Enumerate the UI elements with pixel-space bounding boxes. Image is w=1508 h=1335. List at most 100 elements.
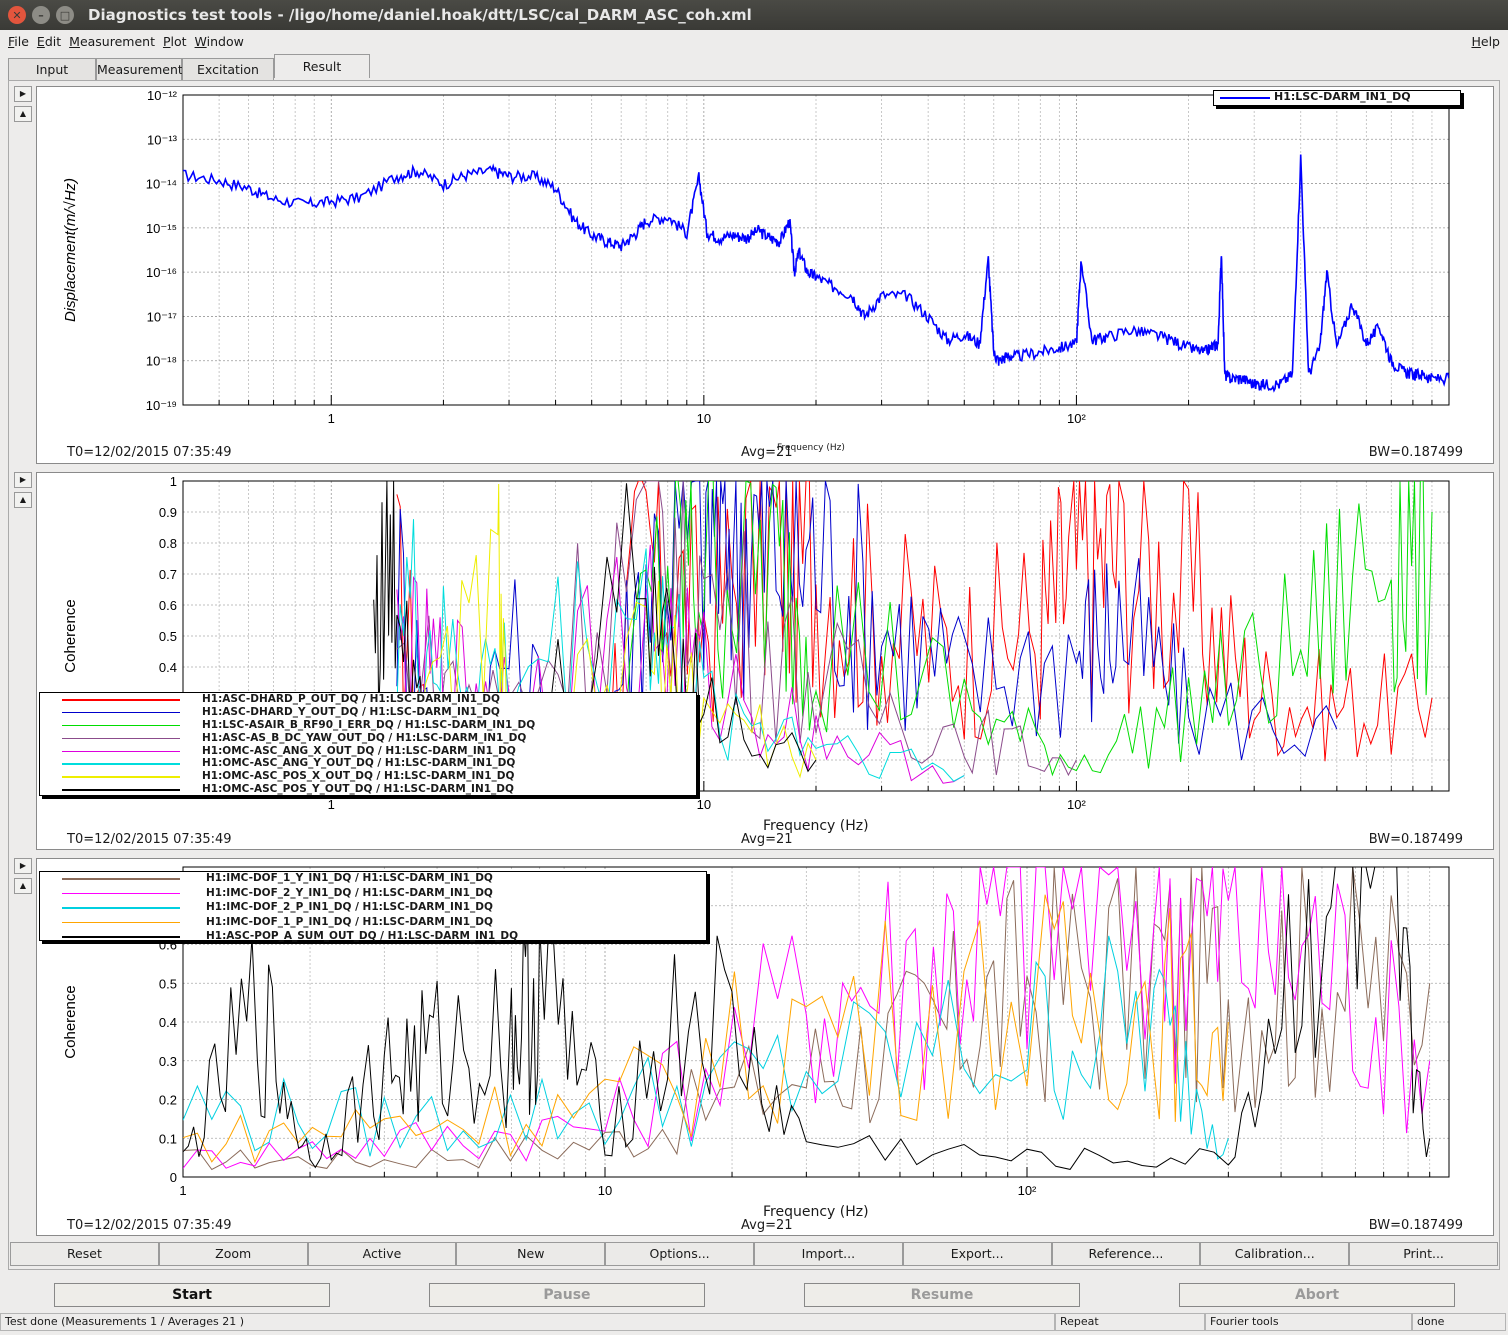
plot-pad-coherence-asc[interactable]: 1 0.9 0.8 0.7 0.6 0.5 0.4 1 10 10² Coherence H1:AS… [36,472,1494,850]
plot1-bw: BW=0.187499 [1368,445,1463,460]
y-tick-label: 0.5 [159,629,177,644]
y-tick-label: 0.8 [159,536,177,551]
x-tick-label: 10 [697,797,711,812]
y-tick-label: 10⁻¹⁶ [146,265,177,280]
legend-entry: H1:LSC-ASAIR_B_RF90_I_ERR_DQ / H1:LSC-DA… [40,719,696,732]
pad1-collapse-up-icon[interactable]: ▲ [14,106,32,122]
status-tool: Fourier tools [1205,1313,1412,1331]
legend-label: H1:OMC-ASC_POS_X_OUT_DQ / H1:LSC-DARM_IN… [202,770,515,783]
series-line [183,935,1229,1160]
menu-bar: File Edit Measurement Plot Window Help [0,30,1508,52]
new-button[interactable]: New [456,1242,606,1266]
legend-swatch [62,724,180,727]
y-tick-label: 10⁻¹² [147,88,178,103]
plot1-t0: T0=12/02/2015 07:35:49 [67,445,232,460]
plot2-xlabel: Frequency (Hz) [763,818,869,834]
abort-button[interactable]: Abort [1179,1283,1455,1307]
x-tick-label: 10² [1018,1183,1037,1198]
menu-measurement[interactable]: Measurement [69,34,155,49]
legend-entry: H1:ASC-POP_A_SUM_OUT_DQ / H1:LSC-DARM_IN… [40,930,706,945]
legend-swatch [62,936,180,938]
x-tick-label: 10 [697,411,711,426]
plot3-bw: BW=0.187499 [1368,1218,1463,1233]
export-button[interactable]: Export... [902,1242,1052,1266]
maximize-window-button[interactable]: □ [56,6,74,24]
legend-entry: H1:OMC-ASC_POS_Y_OUT_DQ / H1:LSC-DARM_IN… [40,783,696,796]
pad3-collapse-up-icon[interactable]: ▲ [14,878,32,894]
y-tick-label: 10⁻¹⁵ [146,221,177,236]
y-tick-label: 0 [170,1170,177,1185]
plot2-legend: H1:ASC-DHARD_P_OUT_DQ / H1:LSC-DARM_IN1_… [39,692,697,796]
legend-label: H1:OMC-ASC_POS_Y_OUT_DQ / H1:LSC-DARM_IN… [202,783,514,796]
menu-help[interactable]: Help [1471,34,1500,49]
reset-button[interactable]: Reset [10,1242,159,1266]
plot1-xlabel: Frequency (Hz) [777,443,845,453]
tab-result[interactable]: Result [274,54,370,78]
pad2-expand-right-icon[interactable]: ▶ [14,472,32,488]
y-tick-label: 1 [170,474,177,489]
y-tick-label: 0.4 [159,1015,177,1030]
y-tick-label: 10⁻¹³ [147,132,178,147]
pad1-expand-right-icon[interactable]: ▶ [14,86,32,102]
tab-bar: Input Measurement Excitation Result [8,54,370,80]
legend-label: H1:ASC-DHARD_Y_OUT_DQ / H1:LSC-DARM_IN1_… [202,705,500,718]
reference-button[interactable]: Reference... [1051,1242,1201,1266]
plot3-xlabel: Frequency (Hz) [763,1204,869,1220]
plot-pad-coherence-imc[interactable]: 0.70.60.50.40.30.20.1011010²Coherence H1… [36,858,1494,1236]
legend-label: H1:IMC-DOF_2_P_IN1_DQ / H1:LSC-DARM_IN1_… [206,901,493,913]
x-tick-label: 10 [598,1183,612,1198]
y-axis-label: Coherence [62,599,79,672]
pad2-collapse-up-icon[interactable]: ▲ [14,492,32,508]
plot-toolbar: Reset Zoom Active New Options... Import.… [10,1242,1498,1266]
import-button[interactable]: Import... [753,1242,903,1266]
plot2-avg: Avg=21 [741,832,793,847]
print-button[interactable]: Print... [1349,1242,1498,1266]
resume-button[interactable]: Resume [804,1283,1080,1307]
window-title: Diagnostics test tools - /ligo/home/dani… [88,6,752,24]
legend-entry: H1:IMC-DOF_1_P_IN1_DQ / H1:LSC-DARM_IN1_… [40,916,706,931]
legend-entry: H1:ASC-AS_B_DC_YAW_OUT_DQ / H1:LSC-DARM_… [40,732,696,745]
legend-swatch [62,892,180,894]
legend-entry: H1:IMC-DOF_2_Y_IN1_DQ / H1:LSC-DARM_IN1_… [40,887,706,902]
active-button[interactable]: Active [307,1242,457,1266]
displacement-spectrum-plot[interactable]: 10⁻¹² 10⁻¹³ 10⁻¹⁴ 10⁻¹⁵ 10⁻¹⁶ 10⁻¹⁷ 10⁻¹⁸ 10⁻¹⁹… [37,87,1495,465]
y-tick-label: 0.5 [159,976,177,991]
pad3-expand-right-icon[interactable]: ▶ [14,858,32,874]
legend-entry: H1:LSC-DARM_IN1_DQ [1214,91,1460,104]
pause-button[interactable]: Pause [429,1283,705,1307]
y-tick-label: 10⁻¹⁴ [146,177,177,192]
legend-label: H1:IMC-DOF_1_Y_IN1_DQ / H1:LSC-DARM_IN1_… [206,872,493,884]
plot2-t0: T0=12/02/2015 07:35:49 [67,832,232,847]
status-bar: Test done (Measurements 1 / Averages 21 … [0,1313,1508,1333]
legend-label: H1:IMC-DOF_1_P_IN1_DQ / H1:LSC-DARM_IN1_… [206,915,493,928]
plot-pad-displacement[interactable]: 10⁻¹² 10⁻¹³ 10⁻¹⁴ 10⁻¹⁵ 10⁻¹⁶ 10⁻¹⁷ 10⁻¹⁸ 10⁻¹⁹… [36,86,1494,464]
legend-swatch [62,878,180,880]
status-message: Test done (Measurements 1 / Averages 21 … [0,1313,1055,1331]
minimize-window-button[interactable]: – [32,6,50,24]
start-button[interactable]: Start [54,1283,330,1307]
y-tick-label: 10⁻¹⁸ [146,354,177,369]
options-button[interactable]: Options... [605,1242,754,1266]
y-tick-label: 10⁻¹⁷ [147,309,178,324]
x-tick-label: 1 [328,411,335,426]
close-window-button[interactable]: ✕ [8,6,26,24]
status-state: done [1412,1313,1506,1331]
tab-measurement[interactable]: Measurement [96,58,183,80]
tab-input[interactable]: Input [8,58,96,80]
legend-entry: H1:ASC-DHARD_P_OUT_DQ / H1:LSC-DARM_IN1_… [40,693,696,706]
tab-excitation[interactable]: Excitation [182,58,274,80]
menu-window[interactable]: Window [195,34,244,49]
legend-swatch [62,711,180,714]
menu-edit[interactable]: Edit [37,34,61,49]
y-tick-label: 0.4 [159,660,177,675]
plot1-legend: H1:LSC-DARM_IN1_DQ [1213,90,1461,106]
menu-plot[interactable]: Plot [163,34,187,49]
y-tick-label: 0.1 [159,1131,177,1146]
calibration-button[interactable]: Calibration... [1200,1242,1350,1266]
legend-label: H1:ASC-AS_B_DC_YAW_OUT_DQ / H1:LSC-DARM_… [202,731,527,744]
legend-label: H1:ASC-DHARD_P_OUT_DQ / H1:LSC-DARM_IN1_… [202,693,500,705]
legend-swatch [62,921,180,923]
menu-file[interactable]: File [8,34,29,49]
zoom-button[interactable]: Zoom [158,1242,308,1266]
legend-swatch [62,750,180,753]
